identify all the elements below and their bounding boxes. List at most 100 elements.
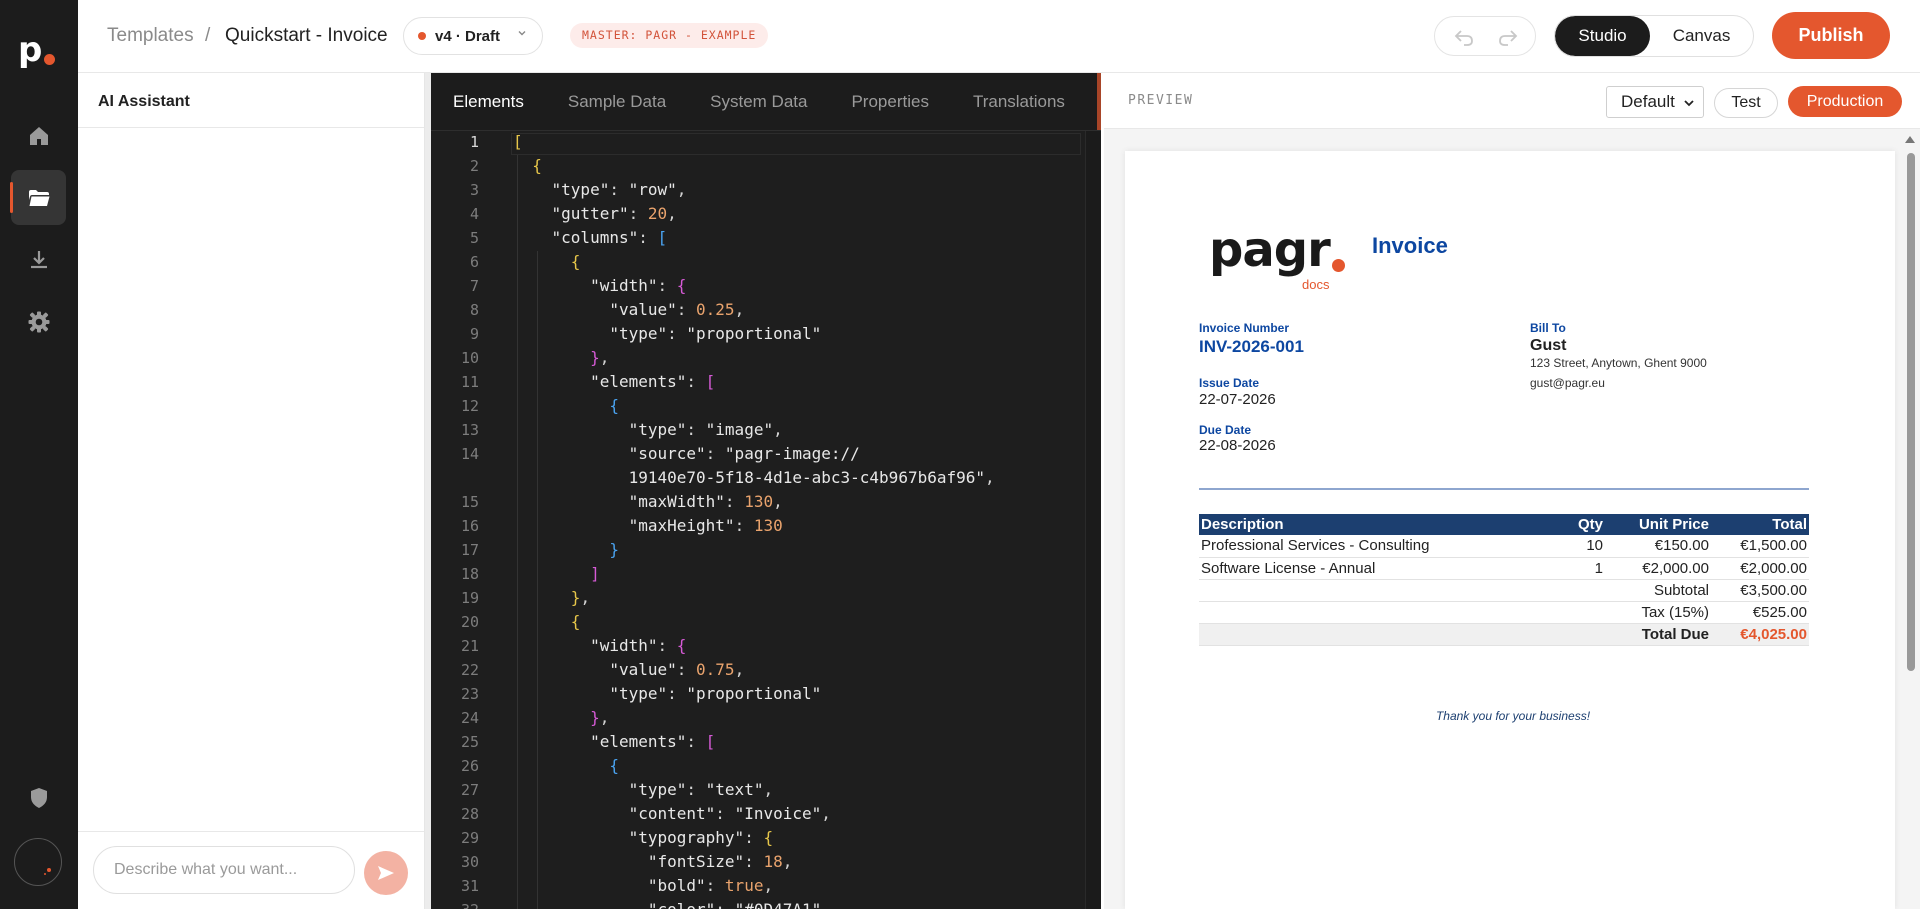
pagr-logo-subtitle: docs [1302, 277, 1330, 292]
row-unit-price: €2,000.00 [1605, 557, 1711, 580]
preview-panel: PREVIEW Default Test Production pagr doc… [1104, 73, 1920, 909]
app-sidebar: p [0, 0, 78, 909]
production-environment-button[interactable]: Production [1788, 86, 1902, 117]
editor-tabs: Elements Sample Data System Data Propert… [431, 73, 1101, 130]
code-line: "width": { [590, 276, 687, 295]
column-unit-price: Unit Price [1605, 514, 1711, 535]
code-line: "elements": [ [590, 732, 716, 751]
gear-icon [28, 311, 49, 332]
code-line: "maxWidth": 130, [628, 492, 783, 511]
mode-studio-button[interactable]: Studio [1555, 16, 1651, 56]
editor-minimap[interactable] [1085, 131, 1101, 909]
column-qty: Qty [1545, 514, 1605, 535]
due-date: 22-08-2026 [1199, 437, 1276, 454]
subtotal-row: Subtotal €3,500.00 [1199, 579, 1809, 602]
redo-button[interactable] [1497, 27, 1519, 47]
nav-settings-button[interactable] [11, 294, 66, 349]
tab-system-data[interactable]: System Data [688, 73, 829, 130]
chevron-down-icon [1684, 100, 1694, 107]
ai-panel-title: AI Assistant [98, 93, 190, 110]
empty-cell [1199, 579, 1545, 602]
publish-button[interactable]: Publish [1772, 12, 1890, 59]
preview-scrollbar-thumb[interactable] [1907, 153, 1915, 671]
tab-properties[interactable]: Properties [829, 73, 950, 130]
line-number: 23 [460, 685, 479, 703]
mode-canvas-button[interactable]: Canvas [1650, 16, 1753, 56]
scroll-up-arrow[interactable] [1905, 136, 1915, 143]
row-qty: 10 [1545, 535, 1605, 558]
nav-security-button[interactable] [11, 770, 66, 825]
indent-guide [517, 155, 518, 909]
line-number: 28 [460, 805, 479, 823]
tax-row: Tax (15%) €525.00 [1199, 601, 1809, 624]
app-logo[interactable]: p [18, 30, 58, 70]
tab-sample-data[interactable]: Sample Data [546, 73, 688, 130]
table-header-row: Description Qty Unit Price Total [1199, 514, 1809, 535]
nav-home-button[interactable] [11, 108, 66, 163]
code-line: "width": { [590, 636, 687, 655]
line-number: 11 [460, 373, 479, 391]
pagr-logo: pagr [1209, 222, 1331, 278]
line-number: 29 [460, 829, 479, 847]
code-line: "content": "Invoice", [628, 804, 831, 823]
code-line: }, [590, 348, 610, 367]
nav-templates-button[interactable] [10, 170, 66, 225]
chevron-down-icon [518, 31, 526, 36]
thank-you-note: Thank you for your business! [1435, 709, 1591, 723]
breadcrumb-templates-link[interactable]: Templates [107, 25, 194, 47]
pagr-logo-dot [1332, 259, 1345, 272]
code-line: 19140e70-5f18-4d1e-abc3-c4b967b6af96", [628, 468, 995, 487]
line-number: 7 [469, 277, 479, 295]
code-line: ] [590, 564, 600, 583]
subtotal-value: €3,500.00 [1711, 579, 1809, 602]
tab-elements[interactable]: Elements [431, 73, 546, 130]
redo-icon [1499, 30, 1518, 46]
code-line: "type": "row", [551, 180, 687, 199]
line-number: 22 [460, 661, 479, 679]
ai-send-button[interactable] [364, 851, 408, 895]
user-avatar[interactable] [14, 838, 62, 886]
line-items-table: Description Qty Unit Price Total Profess… [1199, 514, 1809, 646]
line-number: 12 [460, 397, 479, 415]
test-environment-button[interactable]: Test [1714, 88, 1778, 118]
top-header: Templates / Quickstart - Invoice v4 · Dr… [78, 0, 1920, 73]
code-line: "bold": true, [647, 876, 774, 895]
send-icon [378, 866, 394, 880]
line-number: 21 [460, 637, 479, 655]
issue-date-label: Issue Date [1199, 376, 1260, 390]
locale-select-value: Default [1621, 92, 1675, 111]
version-dropdown[interactable]: v4 · Draft [403, 17, 543, 55]
tax-label: Tax (15%) [1605, 601, 1711, 624]
elements-editor: Elements Sample Data System Data Propert… [431, 73, 1101, 909]
tab-translations[interactable]: Translations [951, 73, 1087, 130]
line-number: 31 [460, 877, 479, 895]
code-line: "type": "proportional" [609, 684, 822, 703]
table-row: Professional Services - Consulting 10 €1… [1199, 535, 1809, 558]
breadcrumb-separator: / [205, 25, 211, 46]
row-total: €2,000.00 [1711, 557, 1809, 580]
subtotal-label: Subtotal [1605, 579, 1711, 602]
line-number: 17 [460, 541, 479, 559]
code-line: "value": 0.75, [609, 660, 745, 679]
nav-downloads-button[interactable] [11, 232, 66, 287]
code-line: { [609, 396, 619, 415]
home-icon [29, 126, 48, 145]
empty-cell [1545, 623, 1605, 646]
issue-date: 22-07-2026 [1199, 391, 1276, 408]
locale-select[interactable]: Default [1606, 86, 1704, 118]
ai-prompt-input[interactable] [93, 846, 355, 894]
line-number: 15 [460, 493, 479, 511]
invoice-number-label: Invoice Number [1199, 321, 1290, 335]
breadcrumb-current: Quickstart - Invoice [225, 25, 388, 46]
code-line: { [609, 756, 619, 775]
download-icon [30, 250, 47, 268]
master-badge: MASTER: PAGR - EXAMPLE [570, 23, 769, 48]
code-area[interactable]: 1 2 3 4 5 6 7 8 9 10 11 12 13 14 15 16 17 18 19 20 21 22 23 24 2… [431, 131, 1101, 909]
undo-button[interactable] [1453, 27, 1475, 47]
code-line: "gutter": 20, [551, 204, 677, 223]
bill-to-email: gust@pagr.eu [1530, 376, 1605, 390]
code-line: "type": "proportional" [609, 324, 822, 343]
shield-icon [30, 787, 47, 808]
total-due-row: Total Due €4,025.00 [1199, 623, 1809, 646]
preview-label: PREVIEW [1128, 93, 1194, 108]
